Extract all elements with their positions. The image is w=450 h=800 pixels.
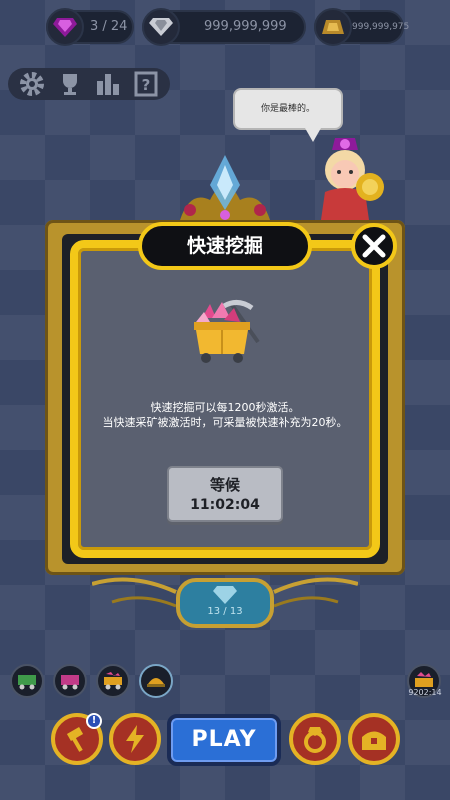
gold-bar-icon — [314, 8, 352, 46]
medal-count: 13 / 13 — [207, 606, 243, 617]
description-line-1: 快速挖掘可以每1200秒激活。 — [150, 401, 300, 414]
chest-button[interactable] — [348, 713, 400, 765]
gear-icon[interactable] — [18, 70, 46, 98]
ring-button[interactable] — [289, 713, 341, 765]
trophy-icon[interactable] — [56, 70, 84, 98]
leaderboard-icon[interactable] — [94, 70, 122, 98]
crystal-emblem — [170, 150, 280, 225]
cart-slot-helmet[interactable] — [139, 664, 173, 698]
cart-slot-pink[interactable] — [53, 664, 87, 698]
treasure-chest-icon — [362, 731, 386, 750]
close-icon — [362, 234, 386, 258]
mining-cart-icon — [190, 298, 262, 364]
diamond-icon — [213, 586, 237, 604]
top-toolbar: ? — [8, 68, 170, 100]
gold-count: 999,999,975 — [352, 22, 410, 32]
speech-bubble: 你是最棒的。 — [233, 88, 343, 142]
description-line-2: 当快速采矿被激活时，可采量被快速补充为20秒。 — [102, 416, 348, 429]
gem-counter[interactable]: 3 / 24 — [46, 8, 134, 46]
gem-icon — [46, 8, 84, 46]
diamond-counter[interactable]: 999,999,999 — [142, 8, 306, 46]
diamond-count: 999,999,999 — [204, 19, 287, 34]
ring-icon — [304, 727, 326, 753]
cart-slot-gold[interactable] — [96, 664, 130, 698]
side-timer: 9202:14 — [408, 688, 442, 697]
svg-text:?: ? — [142, 76, 151, 94]
princess-character — [300, 132, 390, 227]
cart-slot-green[interactable] — [10, 664, 44, 698]
lightning-icon — [126, 725, 144, 753]
close-button[interactable] — [351, 223, 397, 269]
wait-label: 等候 — [209, 476, 240, 494]
stage-medal[interactable]: 13 / 13 — [176, 578, 274, 628]
notification-badge: ! — [86, 713, 102, 729]
wait-button[interactable]: 等候 11:02:04 — [167, 466, 283, 522]
wait-timer: 11:02:04 — [190, 497, 260, 513]
hammer-icon — [66, 727, 84, 752]
quest-icon[interactable]: ? — [132, 70, 160, 98]
boost-button[interactable] — [109, 713, 161, 765]
modal-title: 快速挖掘 — [138, 222, 312, 270]
diamond-icon — [142, 8, 180, 46]
gem-count: 3 / 24 — [90, 19, 128, 34]
play-button[interactable]: PLAY — [167, 714, 281, 766]
gold-counter[interactable]: 999,999,975 — [314, 8, 409, 46]
modal-description: 快速挖掘可以每1200秒激活。 当快速采矿被激活时，可采量被快速补充为20秒。 — [85, 400, 365, 430]
